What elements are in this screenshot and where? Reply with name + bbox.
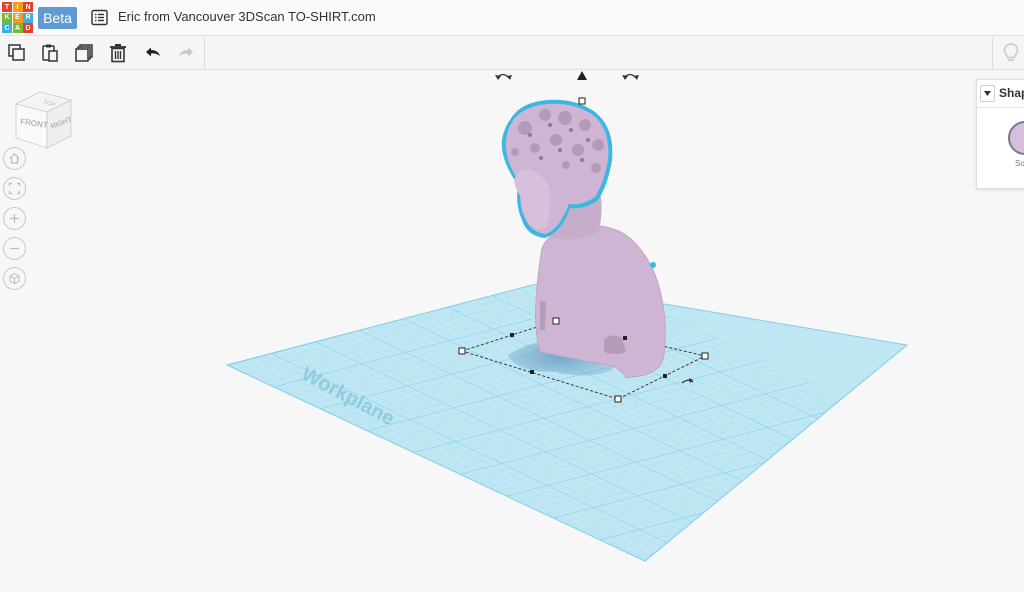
tinkercad-editor: TIN KER CAD Beta Eric from Vancouver 3DSca…: [0, 0, 1024, 592]
logo-letter: I: [12, 2, 23, 12]
toolbar-divider: [204, 37, 205, 70]
chevron-down-icon: [984, 91, 991, 96]
delete-icon: [110, 44, 126, 63]
logo-letter: T: [2, 2, 12, 12]
undo-button[interactable]: [142, 42, 164, 64]
lift-arrow[interactable]: [577, 71, 587, 80]
logo-letter: D: [23, 23, 33, 33]
logo-letter: A: [12, 23, 23, 33]
edit-toolbar: [0, 37, 1024, 70]
logo-letter: E: [12, 12, 23, 23]
zoom-out-button[interactable]: [3, 237, 26, 260]
copy-icon: [8, 44, 25, 61]
logo-letter: R: [23, 12, 33, 23]
shape-panel-header: Shape: [977, 80, 1024, 108]
shape-panel-collapse-button[interactable]: [980, 85, 995, 102]
beta-badge[interactable]: Beta: [38, 7, 77, 29]
redo-button[interactable]: [175, 42, 197, 64]
home-icon: [9, 153, 20, 164]
rotate-handle-left[interactable]: [495, 73, 512, 81]
lightbulb-icon: [1003, 43, 1019, 61]
design-title[interactable]: Eric from Vancouver 3DScan TO-SHIRT.com: [118, 9, 376, 24]
duplicate-button[interactable]: [73, 42, 95, 64]
logo-letter: K: [2, 12, 12, 23]
3d-viewport[interactable]: Workplane TOP FRONT RIGHT: [0, 70, 1024, 592]
rotate-handle-right[interactable]: [622, 73, 639, 81]
delete-button[interactable]: [107, 42, 129, 64]
home-view-button[interactable]: [3, 147, 26, 170]
paste-button[interactable]: [39, 42, 61, 64]
perspective-button[interactable]: [3, 267, 26, 290]
shape-inspector-panel: Shape Solid: [976, 79, 1024, 189]
shape-panel-title: Shape: [999, 86, 1024, 100]
redo-icon: [179, 47, 193, 57]
logo-letter: C: [2, 23, 12, 33]
paste-icon: [42, 44, 58, 62]
solid-color-swatch[interactable]: [1008, 121, 1024, 155]
fit-view-icon: [8, 182, 21, 195]
design-list-icon[interactable]: [91, 9, 108, 26]
logo-letter: N: [23, 2, 33, 12]
tinkercad-logo[interactable]: TIN KER CAD: [2, 2, 33, 33]
scene[interactable]: Workplane TOP FRONT RIGHT: [0, 70, 1024, 592]
zoom-out-icon: [10, 247, 19, 250]
title-bar: TIN KER CAD Beta Eric from Vancouver 3DSca…: [0, 0, 1024, 36]
hint-button[interactable]: [1000, 42, 1022, 64]
solid-label: Solid: [1015, 159, 1024, 168]
perspective-icon: [9, 272, 20, 285]
duplicate-icon: [75, 44, 93, 62]
view-cube[interactable]: TOP FRONT RIGHT: [14, 91, 74, 149]
copy-button[interactable]: [6, 42, 28, 64]
zoom-in-icon: [10, 214, 19, 223]
toolbar-divider: [992, 37, 993, 70]
zoom-in-button[interactable]: [3, 207, 26, 230]
fit-view-button[interactable]: [3, 177, 26, 200]
undo-icon: [146, 47, 160, 57]
